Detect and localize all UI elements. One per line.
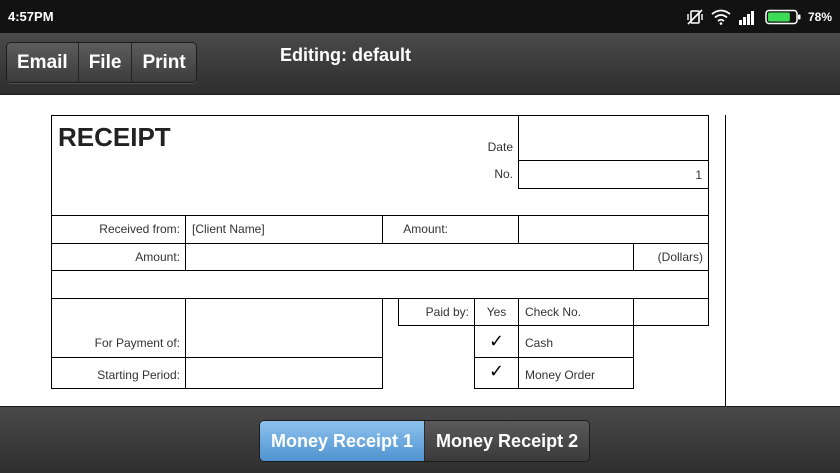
signal-icon [738,9,758,25]
print-button[interactable]: Print [132,43,196,82]
amount-label-2: Amount: [135,250,180,264]
date-field[interactable] [518,115,709,161]
for-payment-label: For Payment of: [94,336,180,350]
vibrate-off-icon [686,8,704,26]
wifi-icon [711,9,731,25]
tab-money-receipt-1[interactable]: Money Receipt 1 [260,421,426,461]
money-order-check-mark: ✓ [488,361,505,382]
status-bar: 4:57PM 78% [0,0,840,33]
spacer-row [51,270,709,299]
dollars-label: (Dollars) [657,250,703,264]
battery-fill [767,12,790,22]
date-label: Date [487,140,513,154]
starting-period-label: Starting Period: [97,368,180,382]
cash-label: Cash [525,336,554,350]
toolbar: Email File Print Editing: default [0,33,840,95]
paid-by-label: Paid by: [425,305,469,319]
status-time: 4:57PM [8,9,54,24]
client-name-field[interactable]: [Client Name] [185,215,383,244]
for-payment-field[interactable] [185,298,383,358]
client-name-value: [Client Name] [192,222,265,236]
file-button[interactable]: File [78,43,133,82]
check-no-field[interactable] [633,298,709,326]
check-no-label: Check No. [525,305,582,319]
amount-label-1: Amount: [403,222,448,236]
no-label: No. [494,167,513,181]
cash-check-mark: ✓ [488,331,505,352]
bottom-tab-bar: Money Receipt 1 Money Receipt 2 [0,406,840,473]
receipt-heading: RECEIPT [58,122,171,152]
starting-period-field[interactable] [185,357,383,389]
no-field[interactable]: 1 [518,160,709,189]
tab-money-receipt-2[interactable]: Money Receipt 2 [425,421,590,461]
receipt-document[interactable]: RECEIPT Date No. 1 Received from: [Clien… [0,95,840,406]
battery-percent: 78% [807,10,832,24]
toolbar-button-group: Email File Print [6,42,197,83]
sheet-tabs: Money Receipt 1 Money Receipt 2 [259,420,591,462]
received-from-label: Received from: [99,222,180,236]
editing-title: Editing: default [280,45,411,65]
yes-label: Yes [486,305,507,319]
status-icons: 78% [686,7,832,27]
email-button[interactable]: Email [7,43,79,82]
amount-field-1[interactable] [518,215,709,244]
battery-icon [765,9,801,25]
no-value: 1 [695,168,702,182]
page-margin-line [725,115,726,406]
money-order-label: Money Order [525,368,596,382]
amount-words-field[interactable] [185,243,634,271]
